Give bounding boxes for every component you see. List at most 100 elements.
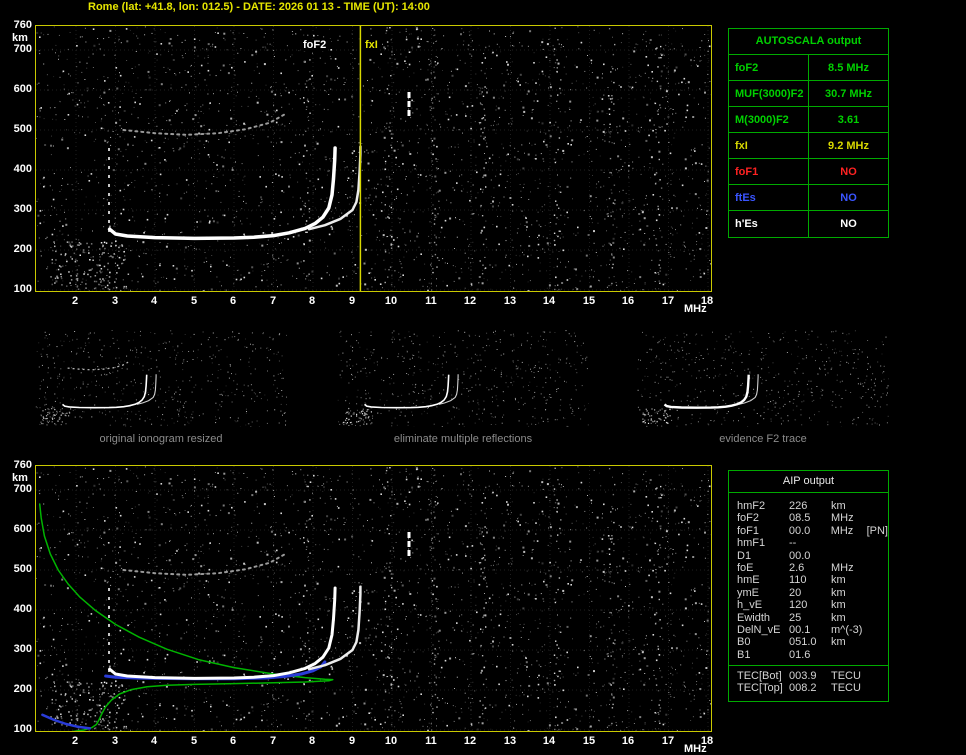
- x-tick-label: 15: [582, 735, 596, 747]
- aip-table-title: AIP output: [729, 471, 888, 493]
- aip-row-label: B1: [737, 648, 751, 661]
- autoscala-row-label: foF1: [729, 159, 809, 184]
- autoscala-row-value: 9.2 MHz: [828, 139, 869, 152]
- aip-tec-unit: TECU: [831, 682, 861, 695]
- thumbnail-caption-f2: evidence F2 trace: [719, 433, 807, 445]
- autoscala-row-label: foF2: [729, 55, 809, 80]
- autoscala-row: foF2 8.5 MHz: [729, 55, 888, 81]
- station-title: Rome (lat: +41.8, lon: 012.5) - DATE: 20…: [88, 1, 430, 13]
- autoscala-row-label: M(3000)F2: [729, 107, 809, 132]
- y-tick-label: 200: [13, 243, 32, 255]
- aip-output-table: AIP output hmF2 226 km foF2 08.5 MHz foF1 00.0 M…: [728, 470, 889, 702]
- aip-row-value: 2.6: [789, 561, 805, 574]
- aip-row: hmF1 --: [729, 537, 888, 549]
- thumbnail-f2-trace-canvas: [637, 330, 889, 427]
- aip-tec-value: 003.9: [789, 670, 817, 683]
- x-tick-label: 14: [542, 735, 556, 747]
- aip-row-label: DelN_vE: [737, 623, 781, 636]
- aip-row-value: 08.5: [789, 512, 811, 525]
- aip-row: foE 2.6 MHz: [729, 562, 888, 574]
- aip-row-label: Ewidth: [737, 611, 771, 624]
- aip-row-value: 226: [789, 500, 808, 512]
- x-tick-label: 12: [463, 735, 477, 747]
- thumbnail-caption-original: original ionogram resized: [99, 433, 223, 445]
- x-tick-label: 10: [384, 735, 398, 747]
- aip-row-unit: [831, 649, 865, 661]
- autoscala-table-title: AUTOSCALA output: [729, 29, 888, 55]
- aip-tec-label: TEC[Bot]: [737, 670, 782, 683]
- y-tick-label: 760: [13, 459, 32, 471]
- aip-row-extra: [865, 587, 867, 599]
- autoscala-row: h'Es NO: [729, 211, 888, 237]
- x-tick-label: 4: [150, 295, 158, 307]
- x-tick-label: 2: [71, 295, 79, 307]
- autoscala-row-value: 30.7 MHz: [824, 87, 873, 100]
- aip-row-unit: MHz: [831, 512, 854, 525]
- aip-row-extra: [865, 574, 867, 586]
- y-tick-label: 300: [13, 643, 32, 655]
- aip-row-label: foF2: [737, 512, 760, 525]
- x-tick-label: 8: [308, 735, 316, 747]
- top-ionogram-plot: foF2 fxI: [35, 25, 712, 292]
- autoscala-row: foF1 NO: [729, 159, 888, 185]
- aip-row-extra: [PN]: [866, 524, 888, 537]
- x-tick-label: 9: [348, 735, 356, 747]
- y-tick-label: 700: [13, 483, 32, 495]
- aip-row-extra: [865, 636, 867, 648]
- bottom-ionogram-canvas: [36, 466, 711, 731]
- aip-row-label: foF1: [737, 524, 760, 537]
- aip-row-extra: [865, 550, 867, 562]
- x-tick-label: 2: [71, 735, 79, 747]
- y-axis-unit-label: km: [12, 32, 28, 44]
- autoscala-row-value: NO: [840, 165, 857, 178]
- x-tick-label: 10: [384, 295, 398, 307]
- x-tick-label: 11: [425, 295, 437, 307]
- aip-tec-row: TEC[Top] 008.2 TECU: [729, 682, 888, 694]
- autoscala-window: Rome (lat: +41.8, lon: 012.5) - DATE: 20…: [0, 0, 966, 755]
- y-tick-label: 760: [13, 19, 32, 31]
- aip-row-value: 00.0: [788, 524, 811, 537]
- x-tick-label: 5: [190, 735, 198, 747]
- aip-tec-unit: TECU: [831, 670, 861, 683]
- autoscala-row: MUF(3000)F2 30.7 MHz: [729, 81, 888, 107]
- aip-row: Ewidth 25 km: [729, 612, 888, 624]
- aip-row-extra: [865, 537, 867, 549]
- autoscala-row-value: NO: [840, 191, 857, 204]
- x-tick-label: 9: [348, 295, 356, 307]
- aip-row: B0 051.0 km: [729, 636, 888, 648]
- aip-row: D1 00.0: [729, 550, 888, 562]
- aip-row-extra: [865, 599, 867, 611]
- x-tick-label: 5: [190, 295, 198, 307]
- aip-row-unit: km: [831, 500, 846, 512]
- aip-row-value: 051.0: [789, 636, 817, 649]
- x-tick-label: 3: [111, 735, 119, 747]
- y-tick-label: 200: [13, 683, 32, 695]
- autoscala-output-table: AUTOSCALA output foF2 8.5 MHz MUF(3000)F2 3…: [728, 28, 889, 238]
- aip-row-label: D1: [737, 549, 752, 562]
- autoscala-row-value: 3.61: [837, 113, 860, 126]
- aip-row: ymE 20 km: [729, 587, 888, 599]
- aip-row-extra: [865, 612, 867, 624]
- thumbnail-no-multiples-canvas: [337, 330, 589, 427]
- x-tick-label: 12: [463, 295, 477, 307]
- x-tick-label: 15: [582, 295, 596, 307]
- thumbnail-f2-trace: [637, 330, 889, 427]
- aip-row-value: 110: [789, 574, 807, 587]
- y-tick-label: 300: [13, 203, 32, 215]
- y-tick-label: 100: [13, 723, 32, 735]
- x-tick-label: 6: [229, 295, 237, 307]
- aip-row-unit: [831, 550, 865, 562]
- x-tick-label: 7: [269, 295, 277, 307]
- x-tick-label: 3: [111, 295, 119, 307]
- y-tick-label: 500: [13, 123, 32, 135]
- aip-row-value: 25: [789, 611, 802, 624]
- aip-row: hmE 110 km: [729, 574, 888, 586]
- aip-row-value: 20: [789, 586, 802, 599]
- aip-row-unit: MHz: [830, 524, 854, 537]
- aip-row-unit: [831, 537, 865, 549]
- autoscala-table-body: foF2 8.5 MHz MUF(3000)F2 30.7 MHz M(3000)F2 3…: [729, 55, 888, 237]
- autoscala-row: fxI 9.2 MHz: [729, 133, 888, 159]
- aip-table-body: hmF2 226 km foF2 08.5 MHz foF1 00.0 MHz [PN] hmF1 -…: [729, 493, 888, 661]
- aip-row-extra: [865, 500, 867, 512]
- x-axis-unit-label: MHz: [684, 303, 707, 315]
